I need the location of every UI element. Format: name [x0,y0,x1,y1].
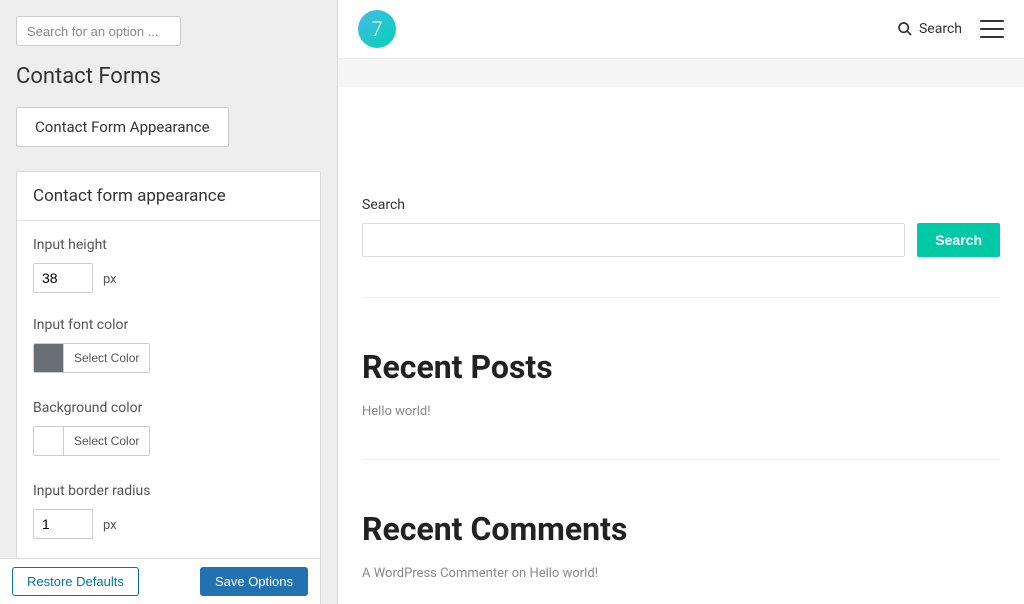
recent-posts-widget: Recent Posts Hello world! [362,348,1000,460]
field-label: Input height [33,237,304,253]
divider [362,459,1000,460]
option-search-input[interactable] [16,16,181,46]
color-picker-font[interactable]: Select Color [33,343,150,373]
search-button[interactable]: Search [917,223,1000,257]
header-right: Search [897,20,1004,38]
field-input-border-radius: Input border radius px [33,483,304,539]
post-link[interactable]: Hello world! [362,404,1000,419]
search-input[interactable] [362,223,905,257]
unit-label: px [103,272,117,287]
color-swatch [34,427,64,455]
color-picker-bg[interactable]: Select Color [33,426,150,456]
header-spacer [338,59,1024,87]
preview-content: Search Search Recent Posts Hello world! … [338,87,1024,604]
customizer-sidebar: Contact Forms Contact Form Appearance Co… [0,0,338,604]
app-root: Contact Forms Contact Form Appearance Co… [0,0,1024,604]
color-swatch [34,344,64,372]
panel-body: Input height px Input font color Select … [17,221,320,604]
unit-label: px [103,518,117,533]
recent-comments-widget: Recent Comments A WordPress Commenter on… [362,510,1000,581]
field-label: Input font color [33,317,304,333]
field-label: Background color [33,400,304,416]
field-background-color: Background color Select Color [33,400,304,459]
logo-text: 7 [371,17,382,41]
sidebar-footer: Restore Defaults Save Options [0,558,320,604]
recent-posts-title: Recent Posts [362,348,1000,386]
header-search-trigger[interactable]: Search [897,21,962,37]
input-height-input[interactable] [33,263,93,293]
restore-defaults-button[interactable]: Restore Defaults [12,567,139,596]
search-icon [897,21,913,37]
border-radius-input[interactable] [33,509,93,539]
panel-header: Contact form appearance [17,172,320,221]
sidebar-scroll[interactable]: Contact Forms Contact Form Appearance Co… [0,0,337,604]
divider [362,297,1000,298]
preview-pane[interactable]: 7 Search Search [338,0,1024,604]
appearance-panel: Contact form appearance Input height px … [16,171,321,604]
select-color-button[interactable]: Select Color [64,427,149,455]
search-widget: Search Search [362,117,1000,298]
recent-comments-title: Recent Comments [362,510,1000,548]
preview-header: 7 Search [338,0,1024,59]
save-options-button[interactable]: Save Options [200,567,308,596]
select-color-button[interactable]: Select Color [64,344,149,372]
search-label: Search [919,21,962,37]
search-widget-label: Search [362,197,1000,213]
field-input-height: Input height px [33,237,304,293]
field-label: Input border radius [33,483,304,499]
comment-item[interactable]: A WordPress Commenter on Hello world! [362,566,1000,581]
hamburger-menu-icon[interactable] [980,20,1004,38]
field-input-font-color: Input font color Select Color [33,317,304,376]
site-logo[interactable]: 7 [358,10,396,48]
tab-contact-form-appearance[interactable]: Contact Form Appearance [16,107,229,147]
section-title: Contact Forms [16,64,321,89]
search-row: Search [362,223,1000,257]
